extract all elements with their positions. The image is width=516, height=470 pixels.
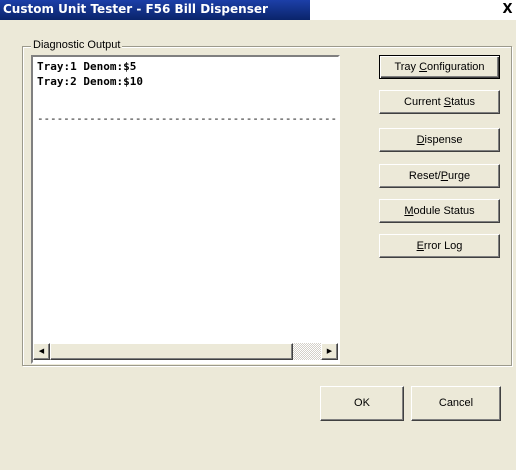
scroll-right-button[interactable]: ▶ bbox=[321, 343, 338, 360]
output-lines: Tray:1 Denom:$5 Tray:2 Denom:$10 bbox=[37, 59, 337, 89]
label-text: onfiguration bbox=[427, 61, 485, 73]
output-line: Tray:1 Denom:$5 bbox=[37, 60, 137, 73]
module-status-label: Module Status bbox=[404, 205, 474, 217]
accelerator-key: D bbox=[416, 134, 425, 146]
output-separator-line: ----------------------------------------… bbox=[37, 112, 337, 125]
dispense-button[interactable]: Dispense bbox=[379, 128, 500, 152]
label-text: Current bbox=[404, 96, 444, 108]
current-status-label: Current Status bbox=[404, 96, 475, 108]
module-status-button[interactable]: Module Status bbox=[379, 199, 500, 223]
label-text: odule Status bbox=[413, 205, 475, 217]
diagnostic-output-textbox[interactable]: Tray:1 Denom:$5 Tray:2 Denom:$10 --------… bbox=[31, 55, 340, 364]
dispense-label: Dispense bbox=[417, 134, 463, 146]
label-text: Tray bbox=[394, 61, 420, 73]
cancel-button[interactable]: Cancel bbox=[411, 386, 501, 421]
scroll-thumb[interactable] bbox=[50, 343, 293, 360]
error-log-button[interactable]: Error Log bbox=[379, 234, 500, 258]
diagnostic-output-label: Diagnostic Output bbox=[31, 39, 123, 51]
label-text: urge bbox=[448, 170, 471, 182]
close-button[interactable]: X bbox=[500, 1, 515, 18]
error-log-label: Error Log bbox=[417, 240, 463, 252]
scroll-track[interactable] bbox=[293, 343, 321, 360]
accelerator-key: S bbox=[443, 96, 452, 108]
label-text: ispense bbox=[424, 134, 463, 146]
accelerator-key: P bbox=[440, 170, 449, 182]
reset-purge-button[interactable]: Reset/Purge bbox=[379, 164, 500, 188]
arrow-right-icon: ▶ bbox=[326, 347, 333, 355]
accelerator-key: E bbox=[416, 240, 424, 252]
tray-configuration-button[interactable]: Tray Configuration bbox=[379, 55, 500, 79]
current-status-button[interactable]: Current Status bbox=[379, 90, 500, 114]
close-icon: X bbox=[502, 2, 513, 17]
title-bar[interactable]: Custom Unit Tester - F56 Bill Dispenser … bbox=[0, 0, 516, 20]
window-title: Custom Unit Tester - F56 Bill Dispenser bbox=[3, 2, 268, 16]
ok-button[interactable]: OK bbox=[320, 386, 404, 421]
reset-purge-label: Reset/Purge bbox=[409, 170, 470, 182]
scroll-left-button[interactable]: ◀ bbox=[33, 343, 50, 360]
horizontal-scrollbar[interactable]: ◀ ▶ bbox=[33, 343, 338, 360]
tray-configuration-label: Tray Configuration bbox=[394, 61, 484, 73]
label-text: tatus bbox=[451, 96, 475, 108]
accelerator-key: C bbox=[419, 61, 428, 73]
dialog-window: Custom Unit Tester - F56 Bill Dispenser … bbox=[0, 0, 516, 470]
accelerator-key: M bbox=[404, 205, 414, 217]
output-line: Tray:2 Denom:$10 bbox=[37, 75, 143, 88]
arrow-left-icon: ◀ bbox=[38, 347, 45, 355]
label-text: rror Log bbox=[423, 240, 463, 252]
label-text: Reset/ bbox=[408, 170, 441, 182]
